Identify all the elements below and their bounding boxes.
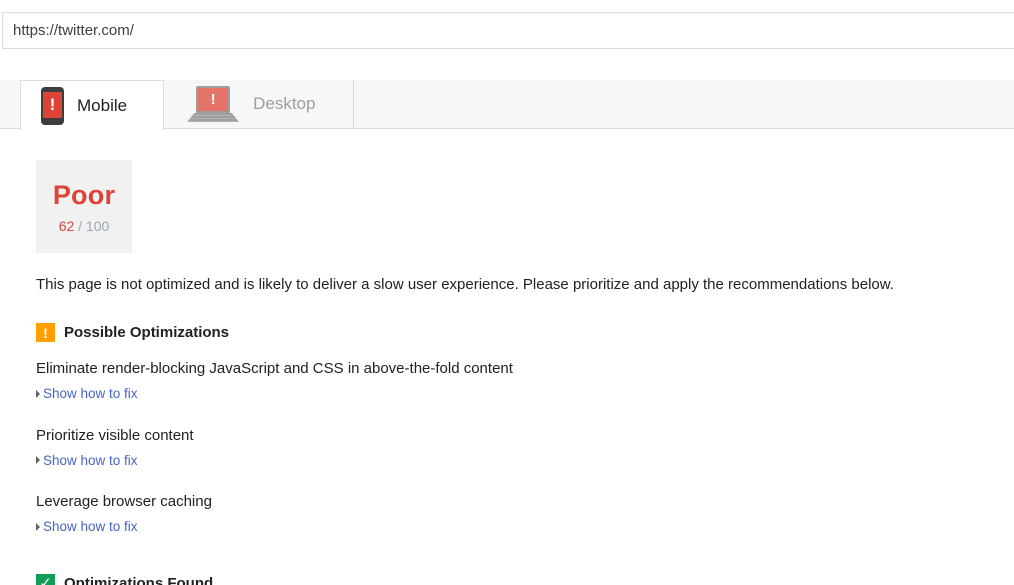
- optimization-title: Leverage browser caching: [36, 493, 212, 510]
- score-box: Poor 62 / 100: [36, 160, 132, 253]
- expand-triangle-icon: [36, 389, 40, 398]
- warning-icon: !: [36, 323, 55, 342]
- section-optimizations-found: ✓ Optimizations Found: [36, 573, 1014, 585]
- mobile-alert-glyph: !: [43, 91, 62, 118]
- device-tabbar: ! Mobile ! Desktop: [0, 80, 1014, 130]
- optimization-item: Leverage browser caching Show how to fix: [36, 493, 1014, 536]
- expand-triangle-icon: [36, 456, 40, 464]
- score-rating: Poor: [52, 179, 116, 210]
- section-possible-optimizations: ! Possible Optimizations: [36, 323, 1014, 342]
- score-value: 62: [58, 217, 75, 234]
- results-panel: Poor 62 / 100 This page is not optimized…: [0, 160, 1014, 585]
- show-how-to-fix-link[interactable]: Show how to fix: [36, 453, 138, 468]
- url-input[interactable]: [2, 12, 1014, 49]
- score-denominator: / 100: [78, 217, 110, 234]
- score-line: 62 / 100: [59, 218, 110, 234]
- section-title: Optimizations Found: [64, 574, 214, 585]
- show-how-to-fix-link[interactable]: Show how to fix: [36, 386, 138, 401]
- desktop-alert-glyph: !: [198, 88, 229, 111]
- check-icon: ✓: [36, 573, 55, 585]
- show-how-to-fix-link[interactable]: Show how to fix: [36, 519, 138, 534]
- summary-text: This page is not optimized and is likely…: [36, 276, 894, 293]
- optimization-item: Eliminate render-blocking JavaScript and…: [36, 360, 1014, 403]
- tab-desktop[interactable]: ! Desktop: [164, 80, 355, 128]
- mobile-alert-icon: !: [41, 86, 64, 125]
- optimization-item: Prioritize visible content Show how to f…: [36, 427, 1014, 470]
- optimization-title: Prioritize visible content: [36, 426, 194, 444]
- expand-triangle-icon: [36, 522, 40, 531]
- tab-mobile-label: Mobile: [77, 95, 128, 115]
- section-title: Possible Optimizations: [64, 324, 230, 341]
- tab-desktop-label: Desktop: [253, 94, 316, 113]
- optimization-title: Eliminate render-blocking JavaScript and…: [36, 360, 513, 377]
- tab-mobile[interactable]: ! Mobile: [20, 80, 165, 130]
- desktop-alert-icon: !: [186, 85, 240, 123]
